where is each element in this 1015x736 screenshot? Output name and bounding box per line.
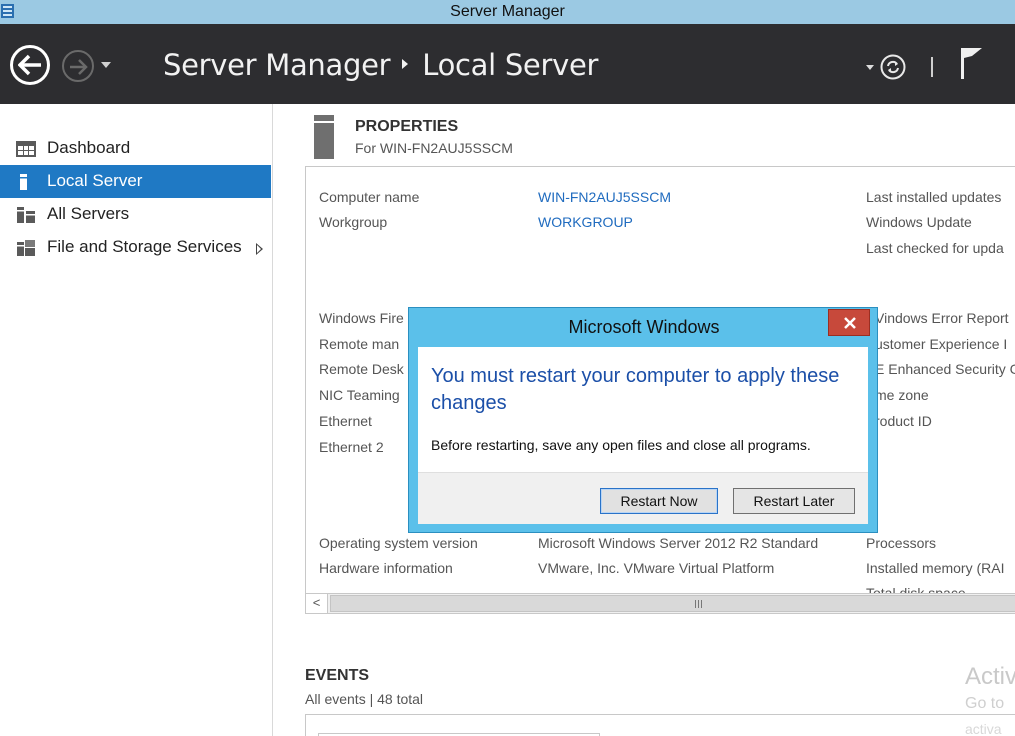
product-id-label: roduct ID xyxy=(875,413,932,429)
sidebar-item-dashboard[interactable]: Dashboard xyxy=(0,132,271,165)
sidebar-item-label: Dashboard xyxy=(47,138,131,157)
window-title: Server Manager xyxy=(450,3,565,20)
last-checked-label: Last checked for upda xyxy=(866,240,1004,256)
back-button[interactable] xyxy=(10,45,50,85)
ethernet2-label: Ethernet 2 xyxy=(319,439,384,455)
sidebar-item-all-servers[interactable]: All Servers xyxy=(0,198,271,231)
sidebar-item-local-server[interactable]: Local Server xyxy=(0,165,271,198)
scrollbar-grip-icon xyxy=(695,600,703,608)
last-installed-updates-label: Last installed updates xyxy=(866,189,1002,205)
restart-now-button[interactable]: Restart Now xyxy=(600,488,718,514)
remote-desktop-label: Remote Desk xyxy=(319,361,404,377)
servers-icon xyxy=(17,207,35,223)
history-dropdown-icon[interactable] xyxy=(101,62,111,68)
remote-management-label: Remote man xyxy=(319,336,400,352)
hardware-label: Hardware information xyxy=(319,560,453,576)
nic-teaming-label: NIC Teaming xyxy=(319,387,400,403)
installed-memory-label: Installed memory (RAI xyxy=(866,560,1005,576)
breadcrumb-current: Local Server xyxy=(422,48,599,82)
refresh-icon[interactable] xyxy=(880,54,906,80)
storage-icon xyxy=(17,240,35,256)
scroll-left-icon[interactable]: < xyxy=(306,594,328,613)
dialog-detail-text: Before restarting, save any open files a… xyxy=(431,437,811,453)
forward-button[interactable] xyxy=(62,50,94,82)
workgroup-label: Workgroup xyxy=(319,214,388,230)
ethernet-label: Ethernet xyxy=(319,413,372,429)
dialog-title: Microsoft Windows xyxy=(568,317,720,337)
activation-watermark-heading: Activ xyxy=(965,663,1015,690)
sidebar-item-file-storage[interactable]: File and Storage Services xyxy=(0,231,271,264)
ie-security-label: E Enhanced Security C xyxy=(875,361,1015,377)
os-version-value: Microsoft Windows Server 2012 R2 Standar… xyxy=(538,535,819,551)
computer-name-link[interactable]: WIN-FN2AUJ5SSCM xyxy=(538,189,671,205)
breadcrumb-root[interactable]: Server Manager xyxy=(163,48,391,82)
close-icon xyxy=(844,317,856,329)
computer-name-label: Computer name xyxy=(319,189,420,205)
title-bar: Server Manager xyxy=(0,0,1015,24)
dialog-footer: Restart Now Restart Later xyxy=(418,472,868,524)
hardware-value: VMware, Inc. VMware Virtual Platform xyxy=(538,560,775,576)
sidebar-item-label: All Servers xyxy=(47,204,130,223)
dialog-main-instruction: You must restart your computer to apply … xyxy=(431,365,840,414)
forward-arrow-icon xyxy=(70,59,88,75)
error-reporting-label: Vindows Error Report xyxy=(875,310,1009,326)
breadcrumb: Server Manager Local Server xyxy=(163,48,598,82)
windows-update-label: Windows Update xyxy=(866,214,972,230)
properties-subtitle: For WIN-FN2AUJ5SSCM xyxy=(355,140,513,156)
properties-tile-icon xyxy=(314,115,334,159)
events-title: EVENTS xyxy=(305,667,370,684)
header-divider xyxy=(931,57,933,77)
properties-title: PROPERTIES xyxy=(355,118,459,135)
processors-label: Processors xyxy=(866,535,937,551)
dashboard-icon xyxy=(16,141,36,157)
time-zone-label: me zone xyxy=(875,387,929,403)
workgroup-link[interactable]: WORKGROUP xyxy=(538,214,633,230)
dialog-close-button[interactable] xyxy=(828,309,870,336)
sidebar-item-label: Local Server xyxy=(47,171,143,190)
header-dropdown-icon[interactable] xyxy=(866,65,874,70)
restart-dialog: Microsoft Windows You must restart your … xyxy=(408,307,878,533)
dialog-body: You must restart your computer to apply … xyxy=(418,347,868,524)
server-icon xyxy=(20,174,27,190)
sidebar-item-label: File and Storage Services xyxy=(47,237,242,256)
scrollbar-thumb[interactable] xyxy=(330,595,1015,612)
activation-watermark-line: Go to xyxy=(965,695,1005,712)
notifications-flag-icon[interactable] xyxy=(958,46,984,80)
breadcrumb-separator-icon xyxy=(402,59,409,69)
windows-firewall-label: Windows Fire xyxy=(319,310,404,326)
restart-later-button[interactable]: Restart Later xyxy=(733,488,855,514)
sidebar: Dashboard Local Server All Servers File … xyxy=(0,104,273,736)
events-subtitle: All events | 48 total xyxy=(305,691,424,707)
header-bar: Server Manager Local Server xyxy=(0,24,1015,104)
expand-submenu-icon[interactable] xyxy=(256,243,263,255)
activation-watermark-line: activa xyxy=(965,721,1002,736)
os-version-label: Operating system version xyxy=(319,535,478,551)
customer-experience-label: ustomer Experience I xyxy=(875,336,1008,352)
back-arrow-icon xyxy=(18,54,41,76)
events-panel xyxy=(305,714,1015,736)
properties-horizontal-scrollbar[interactable]: < xyxy=(305,593,1015,614)
